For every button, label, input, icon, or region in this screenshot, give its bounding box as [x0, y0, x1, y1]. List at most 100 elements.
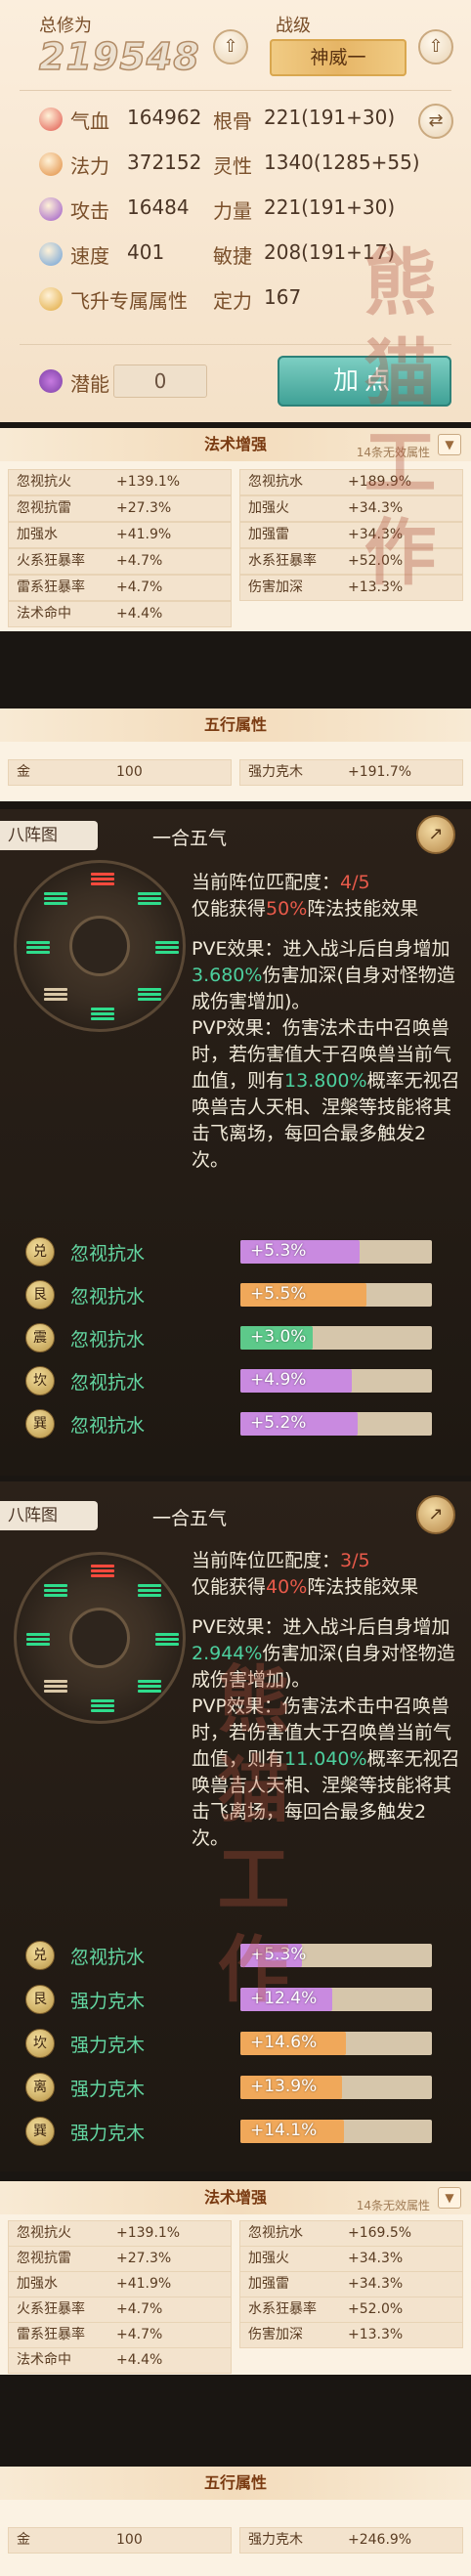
switch-button[interactable]: ⇄	[418, 104, 453, 139]
switch-icon: ⇄	[428, 110, 444, 131]
attr-name: 忽视抗火	[17, 474, 71, 490]
stat-label: 攻击	[70, 199, 109, 223]
attr-name: 加强水	[17, 527, 58, 542]
attr-name: 火系狂暴率	[17, 2301, 85, 2317]
attr-label: 敏捷	[213, 244, 252, 268]
attr-value: 221(191+30)	[264, 106, 396, 129]
attr-value: 167	[264, 285, 302, 309]
match-label: 当前阵位匹配度：	[192, 872, 341, 893]
attr-cell: 加强水 +41.9%	[8, 522, 232, 548]
mana-icon	[39, 152, 63, 176]
slot-attr-name: 强力克木	[70, 2079, 146, 2100]
formation-tab[interactable]: 八阵图	[0, 821, 98, 850]
trigram-icon	[155, 1633, 179, 1647]
formation-slot[interactable]: 坎忽视抗水 +4.9%	[25, 1366, 455, 1395]
attr-cell: 火系狂暴率 +4.7%	[8, 548, 232, 575]
attr-name: 金	[17, 764, 30, 780]
attr-cell: 忽视抗火 +139.1%	[8, 469, 232, 495]
slot-value: +3.0%	[250, 1327, 307, 1347]
attr-name: 雷系狂暴率	[17, 580, 85, 595]
attr-label: 定力	[213, 289, 252, 313]
rank-up-button[interactable]: ⇧	[418, 29, 453, 64]
slot-value: +4.9%	[250, 1370, 307, 1390]
attr-name: 忽视抗火	[17, 2225, 71, 2241]
trigram-icon	[138, 892, 161, 906]
section-title: 法术增强	[203, 435, 267, 453]
watermark-text: 熊猫工作	[205, 1661, 289, 2021]
attr-value: +34.3%	[348, 2276, 404, 2292]
gain-prefix: 仅能获得	[192, 1576, 267, 1598]
trigram-badge: 巽	[25, 1409, 55, 1438]
formation-name: 一合五气	[152, 828, 228, 849]
share-icon: ↗	[428, 1504, 444, 1524]
slot-value-bar: +5.2%	[240, 1412, 432, 1436]
attr-value: +41.9%	[116, 527, 172, 542]
attr-name: 强力克木	[248, 764, 303, 780]
stat-row: 气血 164962 根骨 221(191+30)	[39, 104, 410, 143]
attr-value: 221(191+30)	[264, 195, 396, 219]
stat-value: 401	[127, 240, 165, 264]
chevron-down-icon: ▼	[445, 2191, 454, 2205]
attr-name: 法术命中	[17, 606, 71, 622]
divider	[20, 90, 451, 91]
trigram-badge: 艮	[25, 1985, 55, 2014]
stat-row: 攻击 16484 力量 221(191+30)	[39, 193, 410, 233]
gain-prefix: 仅能获得	[192, 898, 267, 920]
arrow-up-icon: ⇧	[428, 36, 444, 57]
attr-name: 伤害加深	[248, 580, 303, 595]
attr-cell: 法术命中 +4.4%	[8, 601, 232, 627]
trigram-icon	[44, 1584, 67, 1598]
formation-wheel	[14, 1552, 186, 1724]
formation-wheel	[14, 860, 186, 1032]
attr-value: +139.1%	[116, 474, 181, 490]
attr-value: +139.1%	[116, 2225, 181, 2241]
share-button[interactable]: ↗	[416, 1495, 455, 1534]
wheel-center	[69, 916, 130, 976]
watermark-text: 熊猫工作	[352, 244, 436, 604]
attr-value: 1340(1285+55)	[264, 150, 420, 174]
trigram-badge: 艮	[25, 1280, 55, 1309]
formation-slot[interactable]: 巽忽视抗水 +5.2%	[25, 1409, 455, 1438]
blood-icon	[39, 107, 63, 131]
trigram-icon	[44, 988, 67, 1002]
attr-name: 忽视抗水	[248, 474, 303, 490]
cultivation-up-button[interactable]: ⇧	[213, 29, 248, 64]
trigram-icon	[44, 892, 67, 906]
trigram-icon	[44, 1680, 67, 1694]
trigram-badge: 离	[25, 2073, 55, 2102]
formation-slot[interactable]: 震忽视抗水 +3.0%	[25, 1323, 455, 1352]
stat-label: 速度	[70, 244, 109, 268]
attr-value: +4.7%	[116, 553, 163, 569]
attr-value: +169.5%	[348, 2225, 412, 2241]
attr-cell: 雷系狂暴率 +4.7%	[8, 575, 232, 601]
match-value: 3/5	[340, 1550, 370, 1571]
attr-value: 100	[116, 2532, 143, 2548]
watermark: 熊猫工作	[195, 1661, 300, 2541]
trigram-badge: 兑	[25, 1237, 55, 1267]
trigram-badge: 巽	[25, 2117, 55, 2146]
attr-name: 加强雷	[248, 527, 289, 542]
attr-value: +27.3%	[116, 2251, 172, 2266]
attr-value: +41.9%	[116, 2276, 172, 2292]
formation-tab[interactable]: 八阵图	[0, 1501, 98, 1530]
attr-label: 根骨	[213, 109, 252, 133]
attr-name: 金	[17, 2532, 30, 2548]
match-line: 当前阵位匹配度：3/5	[192, 1548, 461, 1574]
attr-name: 忽视抗雷	[17, 2251, 71, 2266]
expand-button[interactable]: ▼	[438, 2187, 461, 2209]
gain-value: 50%	[266, 898, 308, 920]
attr-value: +4.4%	[116, 606, 163, 622]
slot-attr-name: 强力克木	[70, 2123, 146, 2144]
slot-attr-name: 忽视抗水	[70, 1329, 146, 1351]
wheel-center	[69, 1608, 130, 1668]
trigram-badge: 坎	[25, 2029, 55, 2058]
stat-value: 16484	[127, 195, 190, 219]
trigram-badge: 震	[25, 1323, 55, 1352]
gain-line: 仅能获得40%阵法技能效果	[192, 1574, 461, 1601]
slot-attr-name: 忽视抗水	[70, 1947, 146, 1968]
stat-label: 法力	[70, 154, 109, 178]
attr-value: +4.7%	[116, 580, 163, 595]
match-label: 当前阵位匹配度：	[192, 1550, 341, 1571]
attr-value: +27.3%	[116, 500, 172, 516]
stat-value: 164962	[127, 106, 202, 129]
